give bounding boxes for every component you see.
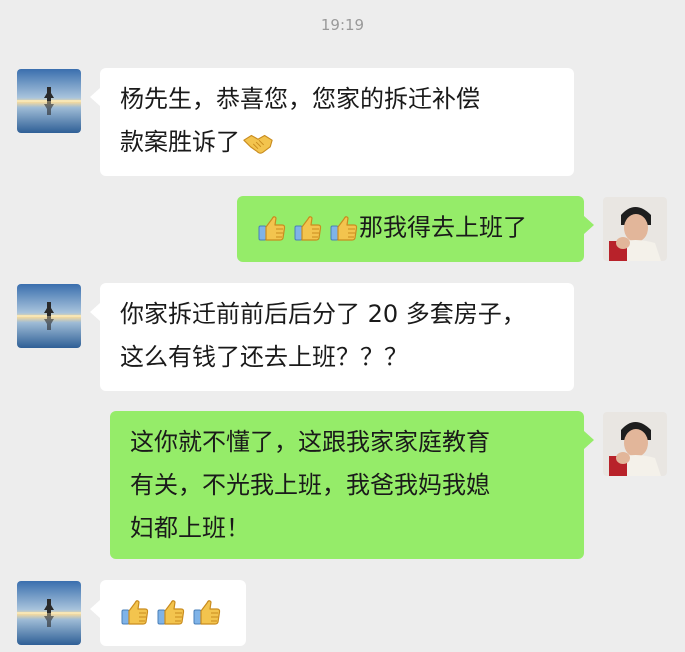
message-text: 杨先生，恭喜您，您家的拆迁补偿: [120, 85, 480, 113]
user-avatar[interactable]: [603, 197, 667, 261]
timestamp: 19:19: [320, 16, 365, 34]
contact-avatar[interactable]: [17, 581, 81, 645]
contact-avatar[interactable]: [17, 69, 81, 133]
incoming-message-bubble[interactable]: 杨先生，恭喜您，您家的拆迁补偿 款案胜诉了: [90, 68, 574, 176]
message-text: 款案胜诉了: [120, 128, 240, 156]
thumbs-up-icon: [293, 213, 323, 243]
handshake-icon: [242, 130, 274, 156]
thumbs-up-icon: [257, 213, 287, 243]
message-text: 这么有钱了还去上班？？？: [120, 343, 408, 371]
thumbs-up-icon: [120, 597, 150, 627]
message-text: 有关，不光我上班，我爸我妈我媳: [130, 471, 490, 499]
message-text: 这你就不懂了，这跟我家家庭教育: [130, 428, 490, 456]
message-text: 你家拆迁前前后后分了 20 多套房子，: [120, 300, 526, 328]
user-avatar[interactable]: [603, 412, 667, 476]
message-text: 那我得去上班了: [359, 213, 527, 242]
outgoing-message-bubble[interactable]: 那我得去上班了: [237, 196, 594, 262]
thumbs-up-icon: [329, 213, 359, 243]
contact-avatar[interactable]: [17, 284, 81, 348]
message-text: 妇都上班！: [130, 514, 250, 542]
incoming-message-bubble[interactable]: [90, 580, 246, 646]
thumbs-up-icon: [192, 597, 222, 627]
outgoing-message-bubble[interactable]: 这你就不懂了，这跟我家家庭教育 有关，不光我上班，我爸我妈我媳 妇都上班！: [110, 411, 594, 559]
thumbs-up-icon: [156, 597, 186, 627]
incoming-message-bubble[interactable]: 你家拆迁前前后后分了 20 多套房子， 这么有钱了还去上班？？？: [90, 283, 574, 391]
